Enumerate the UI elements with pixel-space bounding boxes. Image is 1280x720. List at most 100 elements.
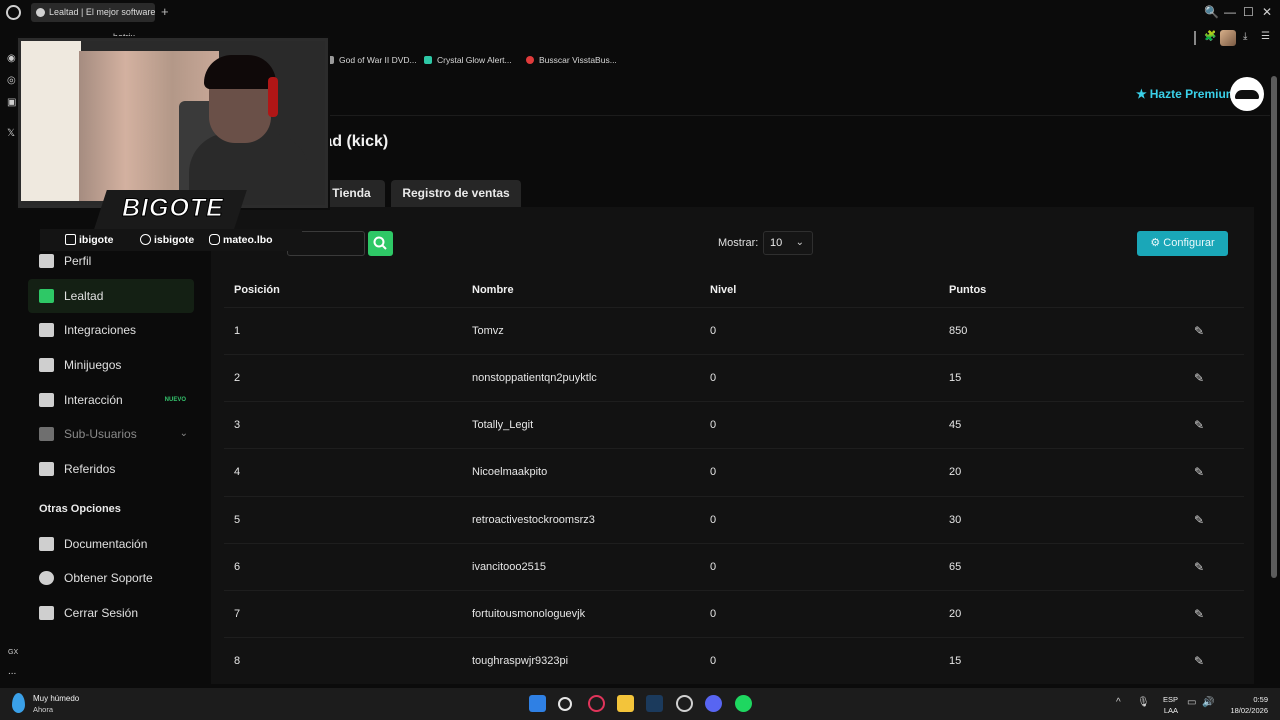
discord-icon[interactable] (705, 695, 722, 712)
messenger-icon[interactable]: ◉ (7, 53, 16, 64)
search-icon[interactable] (558, 697, 572, 711)
language-top[interactable]: ESP (1158, 695, 1178, 704)
sidebar-item-documentacion[interactable]: Documentación (28, 527, 194, 561)
windows-start-icon[interactable] (529, 695, 546, 712)
sidebar-item-label: Minijuegos (64, 358, 122, 372)
book-icon (39, 537, 54, 551)
edit-icon[interactable]: ✎ (1194, 371, 1204, 385)
download-icon[interactable]: ⤓ (1243, 31, 1247, 42)
browser-tab[interactable]: Lealtad | El mejor software (31, 3, 155, 22)
column-header-name[interactable]: Nombre (472, 284, 514, 296)
cell-name: fortuitousmonologuevjk (472, 608, 586, 620)
sidebar-item-referidos[interactable]: Referidos (28, 452, 194, 486)
spotify-icon[interactable] (735, 695, 752, 712)
cell-level: 0 (710, 655, 717, 667)
cell-name: Totally_Legit (472, 419, 534, 431)
bookmark-item[interactable]: Busscar VisstaBus... (526, 55, 617, 65)
steam-icon[interactable] (646, 695, 663, 712)
language-bottom[interactable]: LAA (1158, 706, 1178, 715)
sidebar-item-sub-usuarios[interactable]: Sub-Usuarios ⌄ (28, 417, 194, 451)
file-explorer-icon[interactable] (617, 695, 634, 712)
cell-points: 15 (949, 655, 962, 667)
gx-corner-label[interactable]: GX (8, 649, 18, 656)
clock-time[interactable]: 0:59 (1220, 695, 1268, 704)
bookmark-item[interactable]: God of War II DVD... (326, 55, 417, 65)
webcam-overlay (18, 38, 328, 208)
sidebar-item-label: Obtener Soporte (64, 571, 153, 585)
page-scrollbar[interactable] (1271, 76, 1277, 578)
volume-icon[interactable]: 🔊 (1202, 697, 1214, 708)
sidebar-item-lealtad[interactable]: Lealtad (28, 279, 194, 313)
sidebar-item-label: Sub-Usuarios (64, 427, 137, 441)
cell-level: 0 (710, 372, 717, 384)
edit-icon[interactable]: ✎ (1194, 513, 1204, 527)
sidebar-item-cerrar-sesion[interactable]: Cerrar Sesión (28, 596, 194, 630)
sidebar-item-integraciones[interactable]: Integraciones (28, 313, 194, 347)
column-header-level[interactable]: Nivel (710, 284, 736, 296)
windows-taskbar (0, 688, 1280, 720)
more-icon[interactable]: ... (8, 666, 16, 677)
table-row: 1 Tomvz 0 850 ✎ (224, 307, 1244, 354)
tab-registro-ventas[interactable]: Registro de ventas (391, 180, 521, 207)
chevron-down-icon: ⌄ (795, 237, 804, 248)
social-instagram: mateo.lbo (209, 234, 273, 246)
configurar-button[interactable]: ⚙ Configurar (1137, 231, 1228, 256)
tray-overflow-icon[interactable]: ^ (1116, 697, 1121, 708)
music-note-icon (39, 393, 54, 407)
edit-icon[interactable]: ✎ (1194, 465, 1204, 479)
cell-level: 0 (710, 325, 717, 337)
display-icon[interactable]: ▭ (1187, 697, 1196, 708)
sidebar-item-soporte[interactable]: Obtener Soporte (28, 561, 194, 595)
search-tabs-icon[interactable]: 🔍 (1204, 5, 1219, 19)
new-badge: NUEVO (164, 397, 186, 403)
chatgpt-icon[interactable] (676, 695, 693, 712)
weather-drop-icon[interactable] (12, 693, 25, 713)
extensions-icon[interactable]: 🧩 (1204, 31, 1216, 42)
menu-icon[interactable]: ☰ (1261, 31, 1270, 42)
sidebar-item-label: Perfil (64, 254, 92, 268)
column-header-points[interactable]: Puntos (949, 284, 986, 296)
tab-tienda[interactable]: Tienda (318, 180, 385, 207)
bookmark-label: God of War II DVD... (339, 55, 417, 65)
cell-position: 6 (234, 561, 241, 573)
headset-icon (268, 77, 278, 117)
weather-time: Ahora (33, 705, 54, 714)
player-icon[interactable]: ◎ (7, 75, 16, 86)
social-tiktok: isbigote (140, 234, 194, 246)
edit-icon[interactable]: ✎ (1194, 418, 1204, 432)
bookmark-icon (424, 56, 432, 64)
microphone-icon[interactable]: 🎙 (1137, 697, 1150, 708)
premium-link[interactable]: ★ Hazte Premium (1136, 87, 1236, 101)
cell-position: 7 (234, 608, 241, 620)
user-avatar[interactable] (1230, 77, 1264, 111)
x-twitter-icon[interactable]: 𝕏 (7, 128, 15, 139)
sidebar-item-minijuegos[interactable]: Minijuegos (28, 348, 194, 382)
cell-level: 0 (710, 514, 717, 526)
toolbar-divider (1194, 31, 1196, 45)
minimize-button[interactable]: — (1224, 5, 1236, 19)
cell-name: Nicoelmaakpito (472, 466, 548, 478)
workspace-icon[interactable]: ▣ (7, 97, 16, 108)
clock-date[interactable]: 18/02/2026 (1220, 706, 1268, 715)
edit-icon[interactable]: ✎ (1194, 560, 1204, 574)
sidebar-item-interaccion[interactable]: Interacción NUEVO (28, 383, 194, 417)
maximize-button[interactable]: ☐ (1243, 5, 1254, 19)
opera-gx-icon[interactable] (588, 695, 605, 712)
cell-level: 0 (710, 608, 717, 620)
edit-icon[interactable]: ✎ (1194, 654, 1204, 668)
new-tab-button[interactable]: + (161, 4, 169, 19)
weather-status[interactable]: Muy húmedo (33, 694, 79, 703)
column-header-position[interactable]: Posición (234, 284, 280, 296)
edit-icon[interactable]: ✎ (1194, 324, 1204, 338)
bookmark-icon (526, 56, 534, 64)
profile-avatar[interactable] (1220, 30, 1236, 46)
cell-position: 3 (234, 419, 241, 431)
show-entries-select[interactable]: 10 ⌄ (763, 231, 813, 255)
cell-position: 1 (234, 325, 241, 337)
edit-icon[interactable]: ✎ (1194, 607, 1204, 621)
sidebar-section-title: Otras Opciones (39, 503, 121, 515)
search-button[interactable] (368, 231, 393, 256)
browser-logo-icon[interactable] (6, 5, 21, 20)
bookmark-item[interactable]: Crystal Glow Alert... (424, 55, 512, 65)
close-window-button[interactable]: ✕ (1262, 5, 1272, 19)
